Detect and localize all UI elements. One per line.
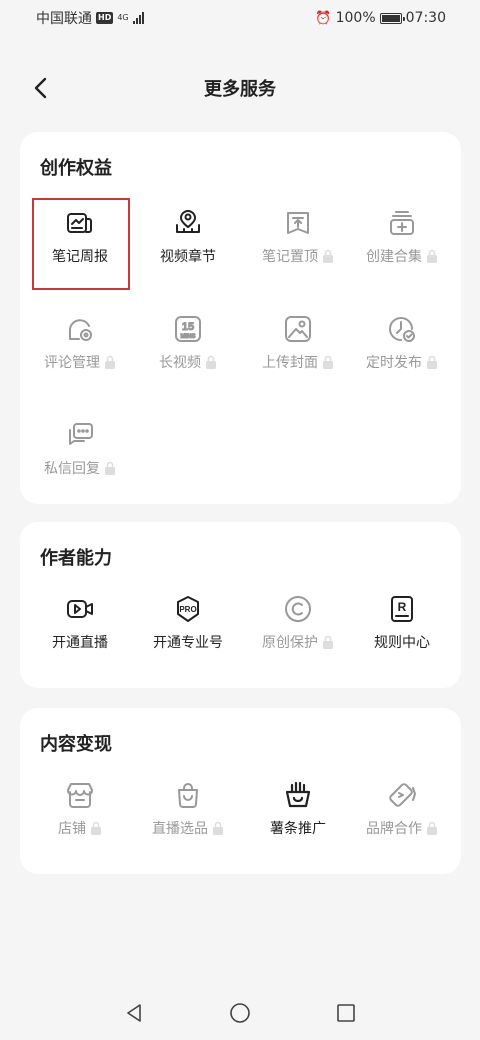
rules-book-icon: R [387,594,417,624]
battery-percent: 100% [335,10,376,26]
collection-add-icon [387,208,417,238]
message-reply-icon [65,420,95,450]
service-message-reply[interactable]: 私信回复 [28,412,132,492]
service-open-live[interactable]: 开通直播 [28,586,132,666]
service-brand-cooperation[interactable]: 品牌合作 [350,772,454,852]
service-label: 薯条推广 [270,821,326,837]
lock-icon [323,635,333,649]
service-rules-center[interactable]: R 规则中心 [350,586,454,666]
pro-badge-icon: PRO [173,594,203,624]
service-live-product-selection[interactable]: 直播选品 [136,772,240,852]
section-title: 作者能力 [40,548,112,569]
section-title: 内容变现 [40,734,112,755]
hd-badge: HD [96,12,114,24]
circle-home-icon [230,1003,250,1023]
more-services-screen: 中国联通 HD 4G ⏰ 100% 07:30 更多服务 创作权益 笔记周报 视… [0,0,480,1040]
service-label: 直播选品 [152,821,208,837]
alarm-icon: ⏰ [315,10,332,26]
rules-letter: R [398,600,407,614]
location-pin-icon [173,208,203,238]
brand-tag-icon [387,780,417,810]
system-home-button[interactable] [223,996,257,1030]
live-camera-icon [65,594,95,624]
system-navigation-bar [0,986,480,1040]
15-mins-unit: MINS [181,334,196,340]
lock-icon [427,249,437,263]
service-label: 创建合集 [366,249,422,265]
service-label: 笔记周报 [52,249,108,265]
lock-icon [427,821,437,835]
service-fries-promotion[interactable]: 薯条推广 [246,772,350,852]
lock-icon [105,355,115,369]
pro-text: PRO [179,605,196,614]
clock: 07:30 [405,10,446,26]
service-label: 长视频 [159,355,201,371]
battery-icon [379,12,405,24]
lock-icon [91,821,101,835]
section-creation-benefits: 创作权益 笔记周报 视频章节 笔记置顶 创建合集 评论管理 15 MINS 长视… [20,132,461,504]
square-recents-icon [337,1004,355,1022]
status-right: ⏰ 100% 07:30 [315,10,446,26]
triangle-back-icon [127,1004,141,1022]
comment-settings-icon [65,314,95,344]
network-type: 4G [117,13,129,22]
lock-icon [105,461,115,475]
service-pin-note[interactable]: 笔记置顶 [246,200,350,280]
service-label: 原创保护 [262,635,318,651]
lock-icon [323,249,333,263]
service-label: 开通直播 [52,635,108,651]
pin-top-icon [283,208,313,238]
chart-document-icon [65,208,95,238]
section-author-abilities: 作者能力 开通直播 PRO 开通专业号 原创保护 R 规则中心 [20,522,461,688]
lock-icon [323,355,333,369]
status-bar: 中国联通 HD 4G ⏰ 100% 07:30 [0,0,480,36]
service-open-pro-account[interactable]: PRO 开通专业号 [136,586,240,666]
fries-icon [283,780,313,810]
service-label: 规则中心 [374,635,430,651]
status-left: 中国联通 HD 4G [36,8,144,28]
signal-icon [132,12,144,24]
service-note-weekly-report[interactable]: 笔记周报 [28,200,132,280]
section-title: 创作权益 [40,158,112,179]
nav-bar: 更多服务 [0,60,480,116]
service-label: 评论管理 [44,355,100,371]
service-original-protection[interactable]: 原创保护 [246,586,350,666]
store-icon [65,780,95,810]
lock-icon [213,821,223,835]
chevron-left-icon [34,77,47,99]
copyright-icon [283,594,313,624]
service-long-video[interactable]: 15 MINS 长视频 [136,306,240,386]
section-content-monetization: 内容变现 店铺 直播选品 薯条推广 品牌合作 [20,708,461,874]
system-back-button[interactable] [117,996,151,1030]
service-label: 私信回复 [44,461,100,477]
service-scheduled-publish[interactable]: 定时发布 [350,306,454,386]
back-button[interactable] [22,70,58,106]
service-label: 开通专业号 [153,635,223,651]
shopping-bag-icon [173,780,203,810]
page-title: 更多服务 [204,79,276,100]
service-upload-cover[interactable]: 上传封面 [246,306,350,386]
service-video-chapters[interactable]: 视频章节 [136,200,240,280]
service-label: 上传封面 [262,355,318,371]
service-label: 视频章节 [160,249,216,265]
service-label: 品牌合作 [366,821,422,837]
service-label: 店铺 [58,821,86,837]
service-comment-management[interactable]: 评论管理 [28,306,132,386]
15-mins-number: 15 [182,321,194,333]
schedule-clock-icon [387,314,417,344]
15-mins-icon: 15 MINS [173,314,203,344]
image-cover-icon [283,314,313,344]
lock-icon [427,355,437,369]
service-create-collection[interactable]: 创建合集 [350,200,454,280]
service-label: 定时发布 [366,355,422,371]
carrier-name: 中国联通 [36,11,92,27]
lock-icon [206,355,216,369]
system-recents-button[interactable] [329,996,363,1030]
service-label: 笔记置顶 [262,249,318,265]
service-store[interactable]: 店铺 [28,772,132,852]
